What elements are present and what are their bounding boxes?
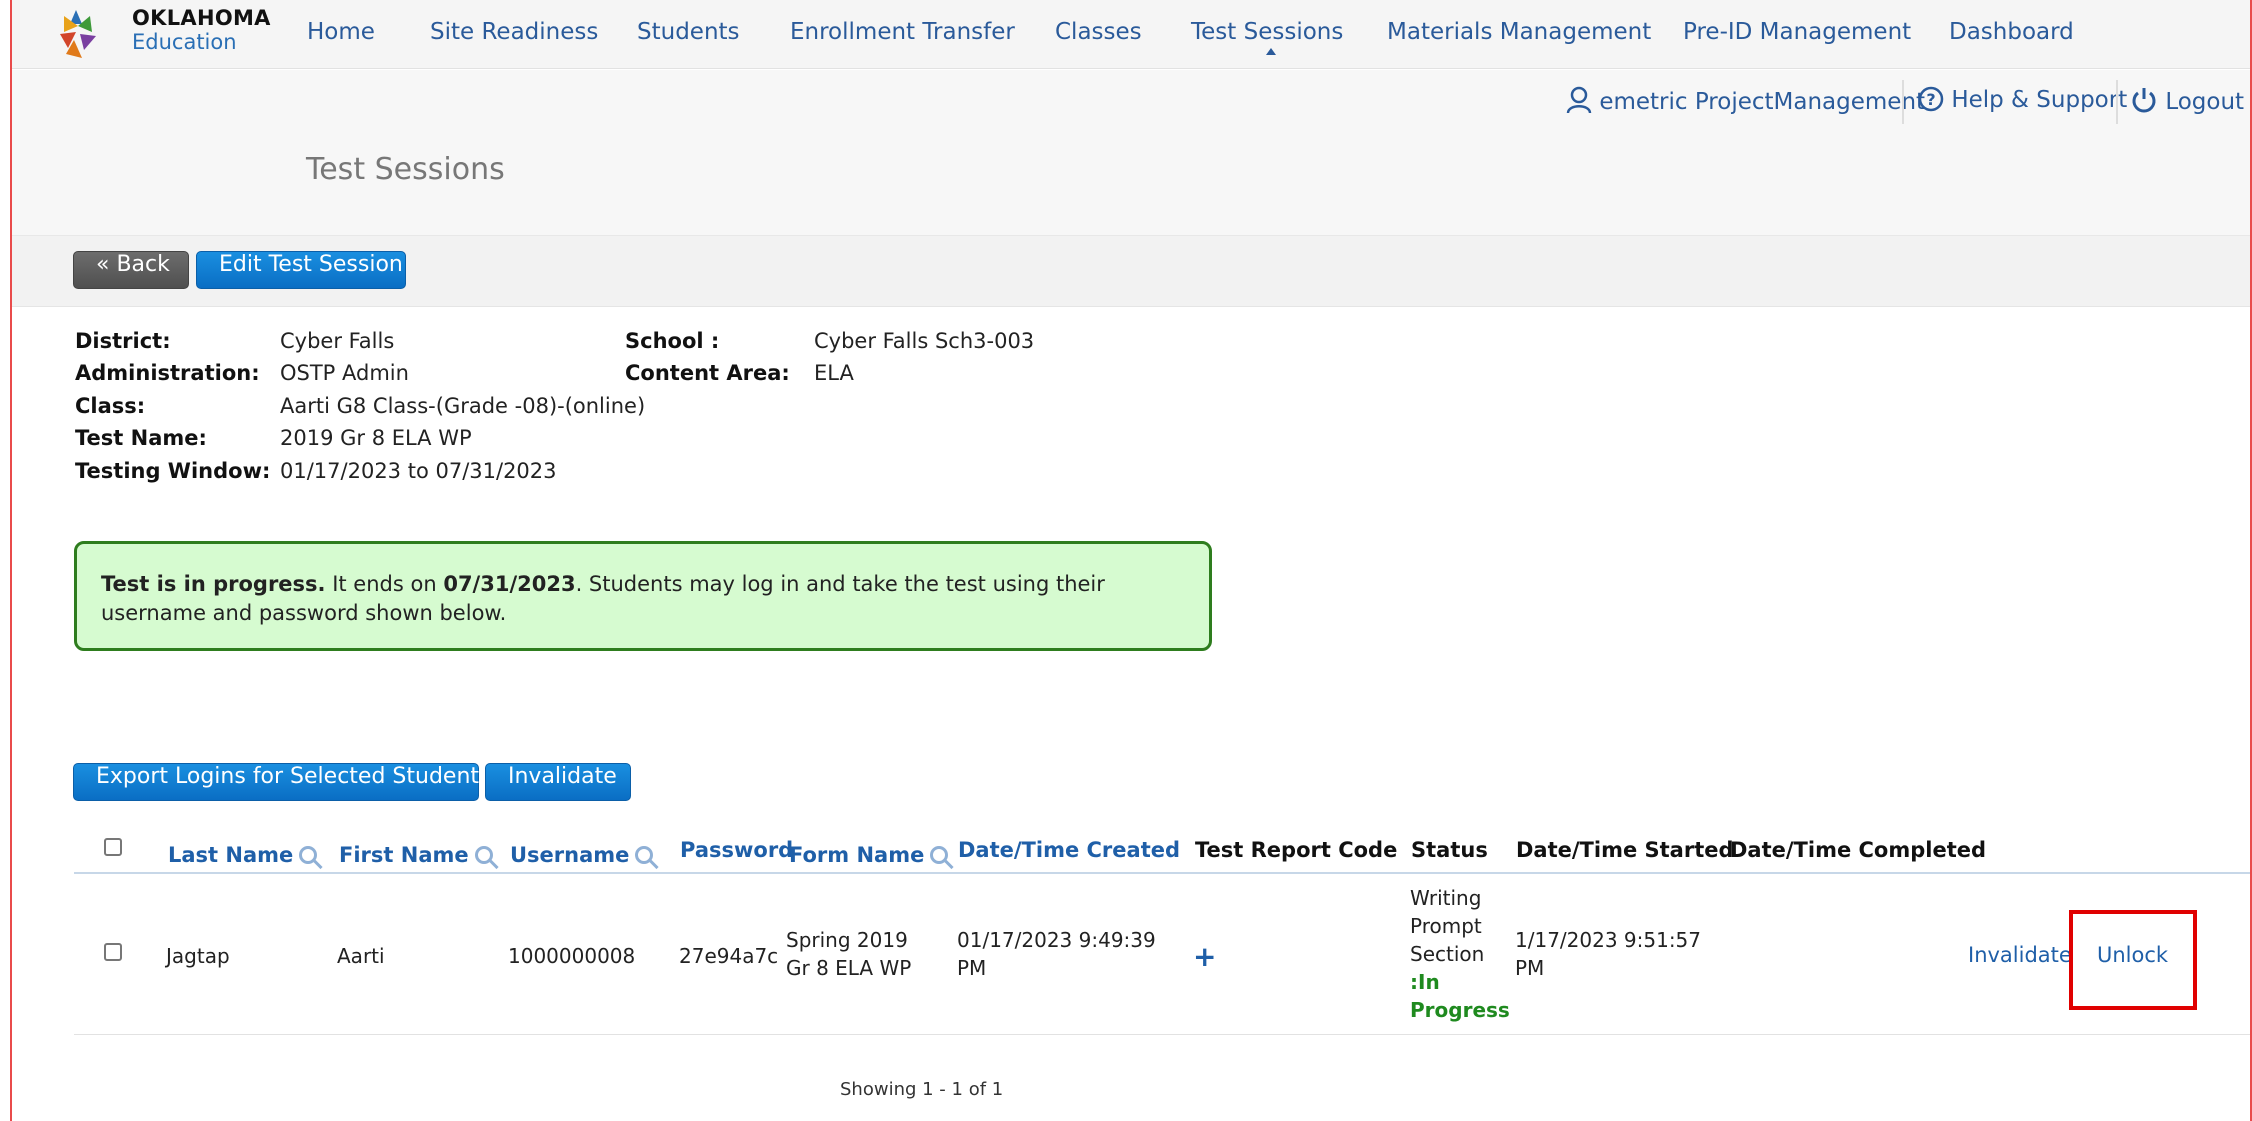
unlock-highlight-box: [2069, 910, 2197, 1010]
school-label: School :: [625, 329, 720, 353]
district-value: Cyber Falls: [280, 329, 395, 353]
cell-date-created: 01/17/2023 9:49:39 PM: [957, 928, 1156, 980]
status-section: Writing Prompt Section: [1410, 886, 1485, 966]
col-header-first-name[interactable]: First Name: [339, 843, 493, 867]
top-navigation: OKLAHOMA Education Home Site Readiness S…: [12, 0, 2250, 69]
school-value: Cyber Falls Sch3-003: [814, 329, 1035, 353]
cell-password: 27e94a7c: [679, 944, 779, 968]
logo-subtitle: Education: [132, 30, 237, 54]
nav-classes[interactable]: Classes: [1055, 19, 1142, 45]
administration-value: OSTP Admin: [280, 361, 409, 385]
user-icon: [1566, 86, 1592, 114]
pagination-summary: Showing 1 - 1 of 1: [840, 1079, 1004, 1100]
help-support-label: Help & Support: [1951, 87, 2128, 113]
nav-pre-id-management[interactable]: Pre-ID Management: [1683, 19, 1911, 45]
col-header-last-name[interactable]: Last Name: [168, 843, 318, 867]
test-status-alert: Test is in progress. It ends on 07/31/20…: [74, 541, 1212, 651]
userbar-divider: [2116, 80, 2118, 124]
col-header-date-started: Date/Time Started: [1516, 838, 1734, 862]
search-icon[interactable]: [635, 846, 654, 864]
testing-window-value: 01/17/2023 to 07/31/2023: [280, 459, 557, 483]
nav-students[interactable]: Students: [637, 19, 740, 45]
row-checkbox[interactable]: [104, 943, 122, 961]
col-header-date-completed: Date/Time Completed: [1730, 838, 1987, 862]
nav-materials-management[interactable]: Materials Management: [1387, 19, 1651, 45]
edit-test-session-button[interactable]: Edit Test Session: [196, 251, 406, 289]
logout-label: Logout: [2165, 89, 2245, 115]
window-border-left: [10, 0, 12, 1121]
row-invalidate-link[interactable]: Invalidate: [1968, 943, 2072, 967]
nav-enrollment-transfer[interactable]: Enrollment Transfer: [790, 19, 1015, 45]
power-icon: [2132, 88, 2156, 113]
table-header-divider: [74, 872, 2250, 874]
alert-end-date: 07/31/2023: [443, 572, 576, 596]
logout-link[interactable]: Logout: [2130, 86, 2244, 115]
cell-username: 1000000008: [508, 944, 636, 968]
svg-text:?: ?: [1926, 90, 1935, 109]
userbar-divider: [1902, 80, 1904, 124]
search-icon[interactable]: [299, 846, 318, 864]
cell-form-name: Spring 2019 Gr 8 ELA WP: [786, 928, 912, 980]
nav-dashboard[interactable]: Dashboard: [1949, 19, 2074, 45]
back-button[interactable]: « Back: [73, 251, 189, 289]
export-logins-button[interactable]: Export Logins for Selected Students: [73, 763, 491, 801]
search-icon[interactable]: [930, 846, 949, 864]
test-name-value: 2019 Gr 8 ELA WP: [280, 426, 472, 450]
district-label: District:: [75, 329, 171, 353]
table-row-divider: [74, 1034, 2250, 1035]
invalidate-selected-button[interactable]: Invalidate: [485, 763, 631, 801]
help-icon: ?: [1918, 86, 1944, 112]
content-area-label: Content Area:: [625, 361, 790, 385]
col-header-status: Status: [1411, 838, 1488, 862]
help-support-link[interactable]: ? Help & Support: [1918, 86, 2127, 113]
active-nav-indicator-icon: [1266, 48, 1276, 55]
alert-text: It ends on: [325, 572, 444, 596]
user-menu[interactable]: emetric ProjectManagement: [1566, 86, 1925, 115]
class-value: Aarti G8 Class-(Grade -08)-(online): [280, 394, 646, 418]
col-header-date-created[interactable]: Date/Time Created: [958, 838, 1180, 862]
administration-label: Administration:: [75, 361, 260, 385]
test-name-label: Test Name:: [75, 426, 207, 450]
select-all-checkbox[interactable]: [104, 838, 122, 856]
cell-status: Writing Prompt Section :In Progress: [1410, 884, 1510, 1024]
col-header-username[interactable]: Username: [510, 843, 654, 867]
status-badge: :In Progress: [1410, 970, 1510, 1022]
cell-first-name: Aarti: [337, 944, 385, 968]
cell-date-started: 1/17/2023 9:51:57 PM: [1515, 928, 1702, 980]
nav-home[interactable]: Home: [307, 19, 375, 45]
testing-window-label: Testing Window:: [75, 459, 271, 483]
logo-title: OKLAHOMA: [132, 6, 271, 30]
class-label: Class:: [75, 394, 146, 418]
col-header-test-report-code: Test Report Code: [1195, 838, 1398, 862]
page-title: Test Sessions: [306, 152, 505, 187]
nav-test-sessions[interactable]: Test Sessions: [1191, 19, 1343, 45]
alert-status-strong: Test is in progress.: [101, 572, 326, 596]
nav-site-readiness[interactable]: Site Readiness: [430, 19, 598, 45]
user-name: emetric ProjectManagement: [1599, 89, 1926, 115]
search-icon[interactable]: [474, 846, 493, 864]
content-area-value: ELA: [814, 361, 854, 385]
cell-last-name: Jagtap: [166, 944, 230, 968]
col-header-form-name[interactable]: Form Name: [789, 843, 949, 867]
col-header-password[interactable]: Password: [680, 838, 793, 862]
add-report-code-plus-icon[interactable]: +: [1193, 940, 1216, 973]
